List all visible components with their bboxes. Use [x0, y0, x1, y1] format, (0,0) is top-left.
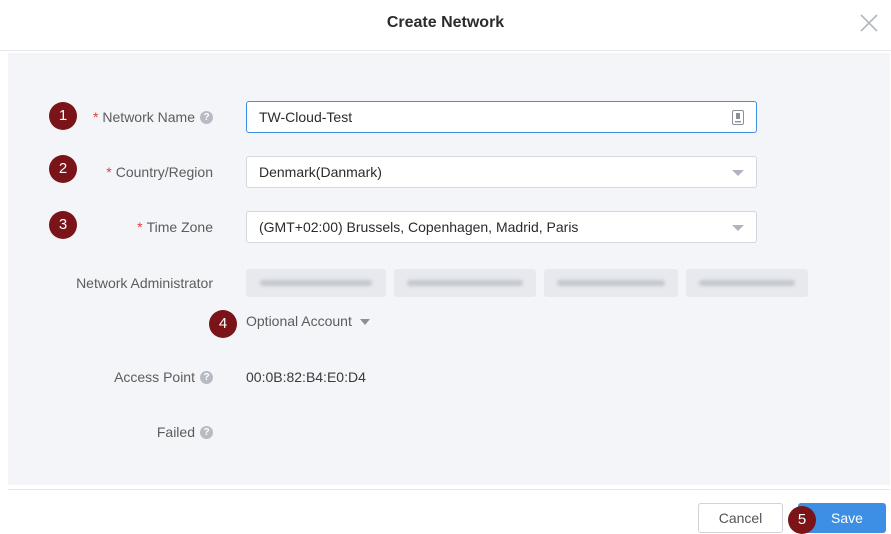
dialog-title: Create Network — [386, 14, 505, 31]
close-icon[interactable] — [855, 9, 883, 37]
step-badge-5: 5 — [788, 506, 816, 534]
step-badge-1: 1 — [49, 102, 77, 130]
failed-label: Failed ? — [157, 424, 213, 440]
dialog-header: Create Network — [0, 0, 891, 51]
access-point-label: Access Point ? — [114, 369, 213, 385]
network-name-input[interactable] — [259, 109, 699, 125]
country-label-text: Country/Region — [115, 164, 213, 180]
country-select-value: Denmark(Danmark) — [259, 164, 382, 180]
country-label: * Country/Region — [106, 164, 213, 180]
help-icon[interactable]: ? — [200, 425, 213, 439]
network-admin-label: Network Administrator — [76, 275, 213, 291]
help-icon[interactable]: ? — [200, 370, 213, 384]
cancel-button[interactable]: Cancel — [698, 503, 783, 533]
optional-account-toggle[interactable]: Optional Account — [246, 313, 370, 329]
help-icon[interactable]: ? — [200, 110, 213, 124]
country-select[interactable]: Denmark(Danmark) — [246, 156, 757, 188]
footer-divider — [8, 489, 890, 490]
required-marker: * — [106, 164, 112, 180]
timezone-select[interactable]: (GMT+02:00) Brussels, Copenhagen, Madrid… — [246, 211, 757, 243]
timezone-select-value: (GMT+02:00) Brussels, Copenhagen, Madrid… — [259, 219, 579, 235]
failed-label-text: Failed — [156, 424, 195, 440]
blurred-account — [699, 280, 795, 286]
network-name-label-text: Network Name — [102, 109, 195, 125]
admin-account-chip[interactable] — [544, 269, 678, 297]
blurred-account — [557, 280, 665, 286]
network-name-field[interactable] — [246, 101, 757, 133]
timezone-label: * Time Zone — [137, 219, 213, 235]
chevron-down-icon — [732, 225, 744, 231]
required-marker: * — [137, 219, 143, 235]
keyboard-icon — [732, 110, 744, 125]
network-admin-label-text: Network Administrator — [76, 275, 213, 291]
timezone-label-text: Time Zone — [146, 219, 213, 235]
network-name-label: * Network Name ? — [93, 109, 213, 125]
admin-account-chip[interactable] — [394, 269, 536, 297]
admin-account-chip[interactable] — [246, 269, 386, 297]
save-button-label: Save — [831, 510, 863, 526]
step-badge-3: 3 — [49, 211, 77, 239]
blurred-account — [260, 280, 372, 286]
chevron-down-icon — [732, 170, 744, 176]
blurred-account — [407, 280, 523, 286]
step-badge-2: 2 — [49, 155, 77, 183]
caret-down-icon — [359, 319, 370, 325]
access-point-label-text: Access Point — [114, 369, 195, 385]
access-point-value: 00:0B:82:B4:E0:D4 — [246, 369, 366, 385]
required-marker: * — [92, 109, 99, 125]
admin-account-chip[interactable] — [686, 269, 808, 297]
step-badge-4: 4 — [209, 310, 237, 338]
optional-account-label: Optional Account — [246, 313, 352, 329]
